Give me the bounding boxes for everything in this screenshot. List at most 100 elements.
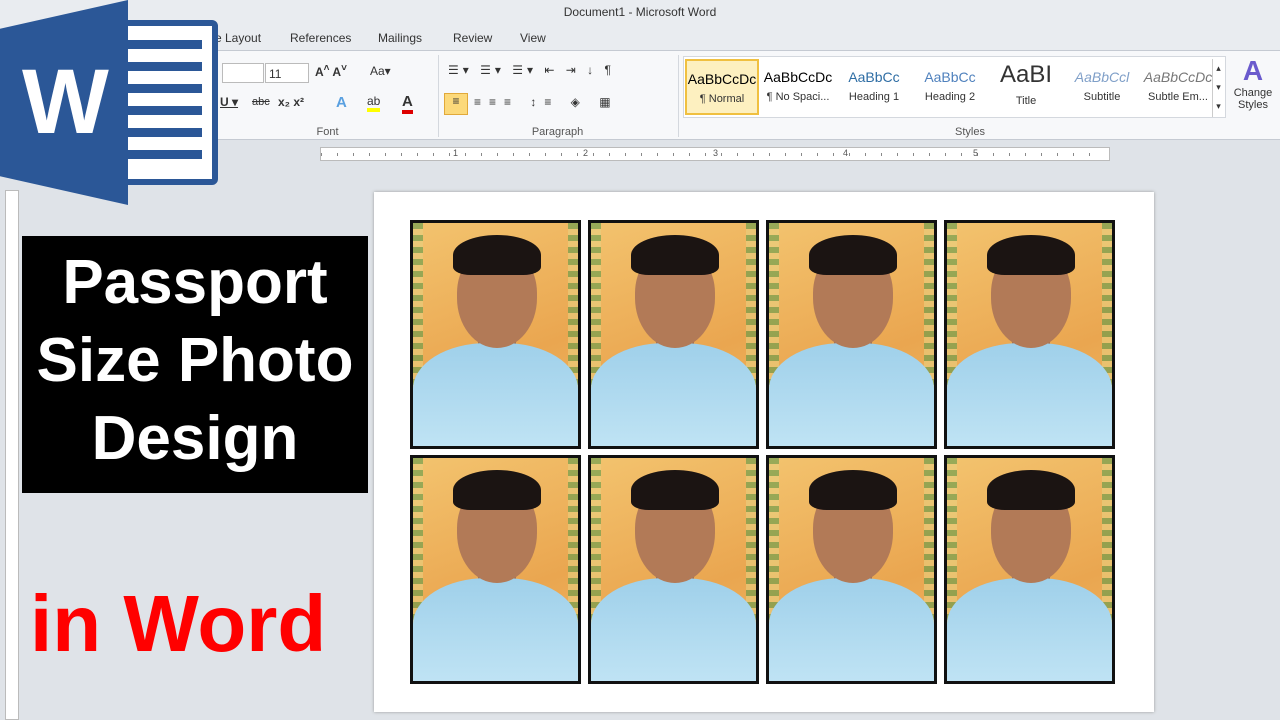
change-styles-label: Change Styles — [1233, 87, 1273, 111]
ruler-tick — [433, 153, 434, 156]
ruler-tick — [321, 153, 322, 156]
style-sample: AaBbCcl — [1074, 69, 1130, 85]
ruler-tick — [753, 153, 754, 156]
ruler-tick — [529, 153, 530, 156]
passport-photo[interactable] — [410, 220, 581, 449]
style-sample: AaBbCcDc — [687, 71, 757, 87]
overlay-line-3: Design — [91, 404, 299, 473]
passport-photo[interactable] — [588, 455, 759, 684]
ruler-tick — [865, 153, 866, 156]
passport-photo[interactable] — [410, 455, 581, 684]
ruler-tick — [465, 153, 466, 156]
ruler-tick — [1057, 153, 1058, 156]
passport-photo[interactable] — [766, 455, 937, 684]
overlay-line-2: Size Photo — [36, 326, 354, 395]
style-sample: AaBbCcDc — [1143, 69, 1213, 85]
font-group-label: Font — [316, 126, 339, 138]
ruler-tick — [417, 153, 418, 156]
ruler-tick — [369, 153, 370, 156]
alignment-icons[interactable]: ≡≡≡ ↕≡ ◈ ▦ — [474, 95, 619, 109]
title-overlay: Passport Size Photo Design — [22, 236, 368, 493]
style-label: ¶ No Spaci... — [766, 91, 830, 103]
style-5[interactable]: AaBbCcl Subtitle — [1065, 59, 1139, 115]
font-size-dropdown[interactable]: 11 — [265, 63, 309, 83]
style-2[interactable]: AaBbCc Heading 1 — [837, 59, 911, 115]
ruler-tick — [881, 153, 882, 156]
ruler-number: 1 — [453, 148, 459, 158]
styles-group-label: Styles — [955, 126, 985, 138]
style-3[interactable]: AaBbCc Heading 2 — [913, 59, 987, 115]
ruler-tick — [609, 153, 610, 156]
ruler-tick — [353, 153, 354, 156]
document-page[interactable] — [374, 192, 1154, 712]
style-label: ¶ Normal — [699, 93, 745, 105]
window-title: Document1 - Microsoft Word — [563, 5, 717, 19]
ruler-tick — [737, 153, 738, 156]
ruler-tick — [769, 153, 770, 156]
ruler-tick — [1041, 153, 1042, 156]
ruler-tick — [545, 153, 546, 156]
ruler-tick — [497, 153, 498, 156]
ruler-tick — [657, 153, 658, 156]
ruler-tick — [513, 153, 514, 156]
horizontal-ruler[interactable]: 1 2 3 4 5 — [320, 147, 1110, 161]
vertical-ruler[interactable] — [5, 190, 19, 720]
style-4[interactable]: AaBI Title — [989, 59, 1063, 115]
style-6[interactable]: AaBbCcDc Subtle Em... — [1141, 59, 1215, 115]
ruler-number: 2 — [583, 148, 589, 158]
change-styles-button[interactable]: A Change Styles — [1230, 55, 1276, 111]
font-name-dropdown[interactable] — [222, 63, 264, 83]
style-label: Subtle Em... — [1148, 91, 1208, 103]
ruler-number: 3 — [713, 148, 719, 158]
ruler-tick — [945, 153, 946, 156]
word-logo: W — [0, 0, 220, 205]
change-styles-icon: A — [1242, 55, 1264, 86]
passport-photo[interactable] — [588, 220, 759, 449]
ruler-tick — [785, 153, 786, 156]
style-sample: AaBbCc — [924, 69, 976, 85]
change-case-icon[interactable]: Aa▾ — [370, 64, 391, 78]
word-logo-letter: W — [22, 51, 109, 153]
tab-page-layout[interactable]: e Layout — [215, 31, 261, 45]
ruler-tick — [481, 153, 482, 156]
font-size-value: 11 — [269, 67, 282, 81]
ruler-tick — [385, 153, 386, 156]
list-icons[interactable]: ☰▾ ☰▾ ☰▾ ⇤ ⇥ ↓ ¶ — [448, 63, 615, 77]
style-1[interactable]: AaBbCcDc ¶ No Spaci... — [761, 59, 835, 115]
ruler-tick — [849, 153, 850, 156]
style-sample: AaBbCcDc — [763, 69, 833, 85]
font-color-icon[interactable]: A — [402, 93, 413, 114]
ruler-tick — [897, 153, 898, 156]
text-effects-icon[interactable]: A — [336, 94, 347, 111]
style-label: Heading 1 — [848, 91, 900, 103]
ruler-tick — [625, 153, 626, 156]
ruler-tick — [449, 153, 450, 156]
tab-review[interactable]: Review — [453, 31, 492, 45]
style-label: Subtitle — [1083, 91, 1121, 103]
style-sample: AaBbCc — [848, 69, 900, 85]
passport-photo[interactable] — [766, 220, 937, 449]
ruler-tick — [913, 153, 914, 156]
style-0[interactable]: AaBbCcDc ¶ Normal — [685, 59, 759, 115]
strikethrough-icon[interactable]: abc — [252, 96, 270, 108]
tab-view[interactable]: View — [520, 31, 546, 45]
ruler-tick — [801, 153, 802, 156]
ruler-tick — [641, 153, 642, 156]
underline-icon[interactable]: U ▾ — [220, 95, 238, 109]
ruler-tick — [705, 153, 706, 156]
ruler-tick — [833, 153, 834, 156]
tab-mailings[interactable]: Mailings — [378, 31, 422, 45]
grow-font-icon[interactable]: A˄ A˅ — [315, 63, 347, 79]
ruler-tick — [929, 153, 930, 156]
tab-references[interactable]: References — [290, 31, 351, 45]
passport-photo[interactable] — [944, 220, 1115, 449]
ruler-number: 4 — [843, 148, 849, 158]
passport-photo[interactable] — [944, 455, 1115, 684]
style-label: Heading 2 — [924, 91, 976, 103]
ruler-tick — [593, 153, 594, 156]
style-label: Title — [1015, 95, 1037, 107]
align-left-button[interactable]: ≡ — [444, 93, 468, 115]
highlight-icon[interactable]: ab — [367, 94, 381, 112]
ruler-tick — [1089, 153, 1090, 156]
subscript-icon[interactable]: x₂ x² — [278, 95, 304, 109]
